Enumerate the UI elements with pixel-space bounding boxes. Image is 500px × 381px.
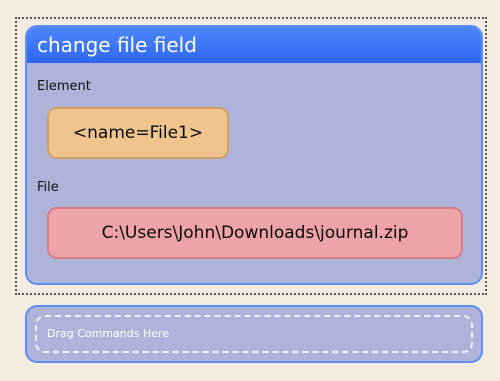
change-file-field-command[interactable]: change file field Element <name=File1> F…: [25, 25, 483, 285]
element-parameter[interactable]: <name=File1>: [47, 107, 229, 159]
command-title: change file field: [27, 27, 481, 63]
file-path-parameter[interactable]: C:\Users\John\Downloads\journal.zip: [47, 207, 463, 259]
drop-zone-label: Drag Commands Here: [47, 327, 170, 340]
command-drop-zone[interactable]: Drag Commands Here: [25, 305, 483, 363]
element-label: Element: [37, 79, 91, 94]
drop-zone-dashed-border: Drag Commands Here: [35, 315, 473, 353]
file-label: File: [37, 180, 59, 195]
